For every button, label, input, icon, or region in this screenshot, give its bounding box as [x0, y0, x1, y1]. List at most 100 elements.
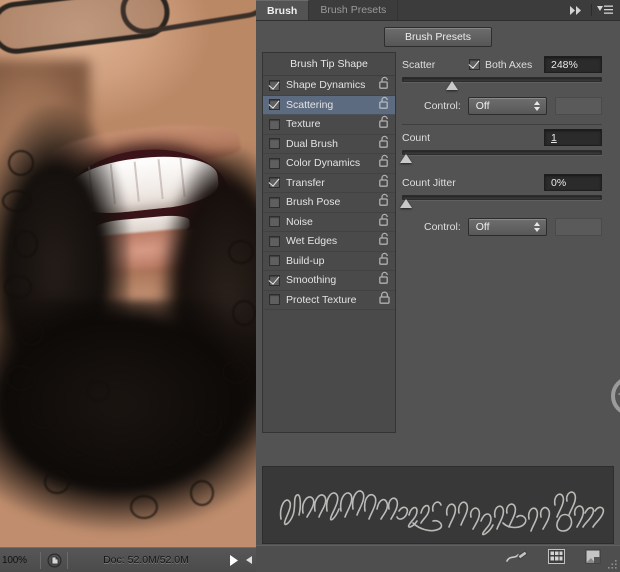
- brush-option-texture[interactable]: Texture: [263, 115, 395, 135]
- double-arrow-right-icon[interactable]: [565, 0, 588, 20]
- scatter-slider[interactable]: [402, 76, 602, 92]
- brush-option-rows: Shape Dynamics Scattering Texture Dual Brus…: [263, 76, 395, 310]
- brush-option-smoothing[interactable]: Smoothing: [263, 271, 395, 291]
- brush-option-build-up[interactable]: Build-up: [263, 252, 395, 271]
- brush-option-label: Texture: [286, 118, 321, 131]
- chevron-updown-icon-2: [533, 222, 540, 232]
- brush-option-label: Smoothing: [286, 274, 337, 287]
- scatter-control-select[interactable]: Off: [467, 97, 547, 115]
- scatter-label: Scatter: [402, 58, 436, 71]
- count-jitter-label: Count Jitter: [402, 176, 456, 189]
- left-arrow-icon[interactable]: [242, 556, 256, 564]
- brush-option-checkbox[interactable]: [269, 79, 280, 91]
- brush-option-shape-dynamics[interactable]: Shape Dynamics: [263, 76, 395, 96]
- unlocked-icon[interactable]: [379, 271, 390, 289]
- count-control-select[interactable]: Off: [467, 218, 547, 236]
- scatter-control-label: Control:: [424, 100, 461, 112]
- scatter-control-extra-field[interactable]: [554, 97, 602, 115]
- unlocked-icon[interactable]: [379, 154, 390, 172]
- unlocked-icon[interactable]: [379, 96, 390, 114]
- count-control-value: Off: [475, 221, 490, 233]
- brush-option-label: Wet Edges: [286, 235, 338, 248]
- brush-option-checkbox[interactable]: [269, 235, 280, 247]
- count-slider[interactable]: [400, 149, 602, 165]
- brush-option-scattering[interactable]: Scattering: [263, 95, 395, 115]
- section-divider-1: [402, 124, 602, 125]
- both-axes-checkbox[interactable]: [468, 59, 480, 70]
- scatter-row: Scatter Both Axes 248%: [402, 55, 602, 74]
- brush-option-checkbox[interactable]: [269, 294, 280, 306]
- brush-panel-footer: [256, 545, 620, 572]
- brush-preset-grid-icon[interactable]: [548, 549, 565, 569]
- count-jitter-slider-thumb[interactable]: [400, 199, 412, 208]
- brush-stroke-paths: [279, 490, 605, 536]
- brush-option-label: Shape Dynamics: [286, 79, 366, 92]
- status-bar: 100% Doc: 52.0M/52.0M: [0, 547, 256, 572]
- locked-icon[interactable]: [379, 291, 390, 309]
- panel-resize-grip[interactable]: [606, 558, 618, 570]
- count-value-input[interactable]: 1: [544, 129, 602, 146]
- brush-option-wet-edges[interactable]: Wet Edges: [263, 232, 395, 252]
- zoom-level-input[interactable]: 100%: [0, 555, 40, 566]
- count-slider-thumb[interactable]: [400, 154, 412, 163]
- play-arrow-icon[interactable]: [224, 554, 242, 566]
- both-axes-label: Both Axes: [484, 58, 533, 71]
- tab-brush-label: Brush: [267, 4, 298, 17]
- panel-menu-icon[interactable]: [595, 0, 620, 20]
- scatter-slider-track[interactable]: [402, 77, 602, 82]
- panel-tab-bar: Brush Brush Presets: [256, 0, 620, 21]
- brush-option-noise[interactable]: Noise: [263, 213, 395, 232]
- brush-option-protect-texture[interactable]: Protect Texture: [263, 291, 395, 310]
- new-brush-preset-icon[interactable]: [585, 549, 602, 570]
- brush-panel: Brush Brush Presets Brush Presets Brush …: [256, 0, 620, 572]
- brush-option-checkbox[interactable]: [269, 138, 280, 150]
- count-slider-track[interactable]: [402, 150, 602, 155]
- count-jitter-slider-track[interactable]: [402, 195, 602, 200]
- count-jitter-slider[interactable]: [400, 194, 602, 210]
- brush-option-checkbox[interactable]: [269, 177, 280, 189]
- unlocked-icon[interactable]: [379, 213, 390, 231]
- unlocked-icon[interactable]: [379, 193, 390, 211]
- brush-stroke-toggle-icon[interactable]: [506, 549, 528, 570]
- both-axes-toggle[interactable]: Both Axes: [468, 58, 533, 71]
- count-jitter-row: Count Jitter 0%: [402, 173, 602, 192]
- scatter-value-input[interactable]: 248%: [543, 56, 602, 73]
- unlocked-icon[interactable]: [379, 115, 390, 133]
- image-canvas[interactable]: [0, 0, 256, 547]
- tab-brush[interactable]: Brush: [256, 0, 310, 20]
- unlocked-icon[interactable]: [379, 252, 390, 270]
- document-info: Doc: 52.0M/52.0M: [103, 554, 189, 566]
- brush-option-checkbox[interactable]: [269, 216, 280, 228]
- presets-button-row: Brush Presets: [256, 21, 620, 52]
- scatter-slider-thumb[interactable]: [446, 81, 458, 90]
- brush-option-transfer[interactable]: Transfer: [263, 174, 395, 193]
- count-jitter-value-input[interactable]: 0%: [544, 174, 602, 191]
- panel-columns: Brush Tip Shape Shape Dynamics Scattering…: [256, 52, 620, 433]
- scatter-control-value: Off: [475, 100, 490, 112]
- count-value-text: 1: [551, 131, 557, 144]
- count-control-extra-field[interactable]: [554, 218, 602, 236]
- tab-bar-filler: [398, 0, 565, 20]
- unlocked-icon[interactable]: [379, 76, 390, 94]
- brush-option-checkbox[interactable]: [269, 157, 280, 169]
- tab-brush-presets[interactable]: Brush Presets: [309, 0, 399, 20]
- unlocked-icon[interactable]: [379, 135, 390, 153]
- brush-option-color-dynamics[interactable]: Color Dynamics: [263, 154, 395, 174]
- count-label: Count: [402, 131, 431, 144]
- scatter-control-row: Control: Off: [402, 97, 602, 115]
- brush-option-checkbox[interactable]: [269, 274, 280, 286]
- brush-option-brush-pose[interactable]: Brush Pose: [263, 193, 395, 213]
- brush-option-dual-brush[interactable]: Dual Brush: [263, 135, 395, 154]
- count-control-label: Control:: [424, 221, 461, 233]
- brush-option-checkbox[interactable]: [269, 99, 280, 111]
- brush-option-checkbox[interactable]: [269, 255, 280, 267]
- brush-option-checkbox[interactable]: [269, 196, 280, 208]
- brush-tip-shape-item[interactable]: Brush Tip Shape: [263, 53, 395, 76]
- unlocked-icon[interactable]: [379, 174, 390, 192]
- brush-presets-button[interactable]: Brush Presets: [384, 27, 492, 47]
- unlocked-icon[interactable]: [379, 232, 390, 250]
- brush-stroke-preview: [262, 466, 614, 544]
- document-proxy-icon[interactable]: [41, 552, 67, 568]
- photoshop-window: 100% Doc: 52.0M/52.0M Brush Brush Preset…: [0, 0, 620, 572]
- brush-option-checkbox[interactable]: [269, 118, 280, 130]
